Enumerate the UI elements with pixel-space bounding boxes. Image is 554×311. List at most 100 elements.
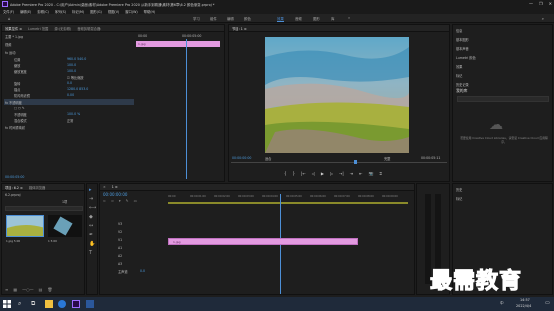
timeline-close-icon[interactable]: × [103, 185, 106, 189]
pen-tool-icon[interactable]: ✒ [89, 232, 93, 238]
library-title[interactable]: 我的库 [456, 88, 467, 94]
snap-icon[interactable]: ⊂ [103, 199, 106, 203]
ime-indicator[interactable]: 中 [500, 301, 504, 306]
timeline-timecode[interactable]: 00:00:00:00 [103, 192, 127, 197]
slip-tool-icon[interactable]: ↔ [89, 223, 93, 229]
edge-browser-icon[interactable] [58, 300, 66, 308]
search-icon[interactable]: ⌕ [542, 16, 544, 21]
program-video-frame[interactable] [265, 37, 409, 153]
workspace-color[interactable]: 颜色 [244, 16, 251, 21]
menu-edit[interactable]: 编辑(E) [20, 9, 31, 14]
step-forward-button[interactable]: ▷ [330, 171, 333, 176]
ec-opacity-value[interactable]: 100.0 % [67, 112, 80, 116]
project-search-input[interactable] [5, 206, 83, 211]
program-quality-select[interactable]: 完整 [384, 156, 390, 161]
track-v2[interactable]: V2 [118, 230, 122, 234]
add-marker-icon[interactable]: ▾ [119, 199, 121, 203]
new-item-icon[interactable]: ▤ [39, 287, 43, 292]
workspace-audio[interactable]: 音频 [295, 16, 302, 21]
track-v1[interactable]: V1 [118, 238, 122, 242]
panel-essential-sound[interactable]: 基本声音 [456, 46, 469, 51]
panel-history[interactable]: 历史记录 [456, 82, 469, 87]
project-item-thumbnail-2[interactable] [48, 215, 82, 237]
notification-icon[interactable]: ▭ [545, 300, 550, 306]
ec-row-time-remap[interactable]: fx 时间重映射 [5, 125, 25, 130]
panel-effects[interactable]: 效果 [456, 64, 462, 69]
ec-scale-value[interactable]: 100.0 [67, 63, 76, 67]
ec-current-time[interactable]: 00:00:05:00 [5, 175, 24, 179]
comparison-view-button[interactable]: ⌗ [379, 171, 381, 176]
ec-uniform-scale-checkbox[interactable]: ☑ 等比缩放 [67, 75, 84, 80]
selection-tool-icon[interactable]: ▸ [89, 187, 92, 193]
task-view-icon[interactable]: ⧉ [31, 300, 35, 308]
panel-essential-graphics[interactable]: 基本图形 [456, 37, 469, 42]
file-explorer-icon[interactable] [45, 300, 53, 308]
razor-tool-icon[interactable]: ◆ [89, 214, 93, 220]
menu-clip[interactable]: 剪辑(C) [37, 9, 48, 14]
play-button[interactable]: ▶ [321, 171, 324, 176]
tab-audio-clip-mixer[interactable]: 音频剪辑混合器: [77, 26, 101, 31]
ec-row-motion[interactable]: fx 运动 [5, 50, 15, 55]
linked-selection-icon[interactable]: ⊃ [111, 199, 114, 203]
tab-program[interactable]: 节目: 1 ≡ [232, 26, 247, 31]
export-frame-button[interactable]: 📷 [368, 171, 373, 176]
master-volume-value[interactable]: 0.0 [140, 269, 145, 273]
captions-icon[interactable]: ▭ [134, 199, 137, 203]
premiere-taskbar-icon[interactable] [72, 300, 80, 308]
menu-graphics[interactable]: 图形(G) [90, 9, 102, 14]
program-timecode[interactable]: 00:00:00:00 [232, 156, 251, 160]
ec-row-opacity[interactable]: fx 不透明度 [5, 100, 22, 105]
tab-sequence-1[interactable]: 1 ≡ [112, 185, 118, 189]
workspace-editing[interactable]: 编辑 [227, 16, 234, 21]
type-tool-icon[interactable]: T [89, 250, 92, 256]
zoom-slider[interactable]: —○— [22, 287, 34, 292]
close-button[interactable]: ✕ [549, 1, 552, 6]
program-fit-select[interactable]: 适合 [265, 156, 271, 161]
mark-in-button[interactable]: { [284, 171, 287, 176]
track-a3[interactable]: A3 [118, 262, 122, 266]
mark-out-button[interactable]: } [293, 171, 296, 176]
step-back-button[interactable]: ◁ [312, 171, 315, 176]
clock-time[interactable]: 14:57 [520, 298, 530, 302]
ripple-edit-tool-icon[interactable]: ⟷ [89, 205, 96, 211]
go-to-in-button[interactable]: |← [301, 171, 306, 176]
panel-markers[interactable]: 标记 [456, 73, 462, 78]
menu-window[interactable]: 窗口(W) [125, 9, 137, 14]
program-scrub-bar[interactable] [231, 162, 447, 163]
hand-tool-icon[interactable]: ✋ [89, 241, 95, 247]
tab-effect-controls[interactable]: 效果控件 ≡ [5, 26, 22, 31]
workspace-more[interactable]: » [348, 16, 350, 20]
clock-date[interactable]: 2022/4/4 [516, 304, 531, 308]
tab-source[interactable]: 源:(无剪辑) [54, 26, 71, 31]
ec-scale-width-value[interactable]: 100.0 [67, 69, 76, 73]
home-icon[interactable]: ⌂ [8, 16, 11, 21]
workspace-effects[interactable]: 效果 [277, 16, 284, 22]
ec-playhead[interactable] [186, 39, 187, 179]
track-a1[interactable]: A1 [118, 246, 122, 250]
ec-position-value[interactable]: 960.0 540.0 [67, 57, 86, 61]
extract-button[interactable]: ⇤ [359, 171, 362, 176]
word-taskbar-icon[interactable] [86, 300, 94, 308]
ec-anchor-value[interactable]: 1280.0 853.0 [67, 87, 88, 91]
ec-antiflicker-value[interactable]: 0.00 [67, 93, 74, 97]
trash-icon[interactable]: 🗑 [47, 287, 52, 292]
program-playhead[interactable] [354, 160, 357, 164]
library-search-input[interactable] [457, 96, 549, 102]
lift-button[interactable]: ⇥ [350, 171, 353, 176]
go-to-out-button[interactable]: →| [339, 171, 344, 176]
ec-clip-bar[interactable]: 1.jpg [136, 41, 220, 47]
work-area-bar[interactable] [168, 202, 408, 204]
menu-markers[interactable]: 标记(M) [72, 9, 84, 14]
track-v3[interactable]: V3 [118, 222, 122, 226]
minimize-button[interactable]: — [529, 1, 533, 6]
timeline-clip[interactable]: 1.jpg [168, 238, 358, 245]
panel-history-bottom[interactable]: 历史 [456, 187, 462, 192]
workspace-learn[interactable]: 学习 [193, 16, 200, 21]
tab-media-browser[interactable]: 媒体浏览器 [29, 185, 45, 190]
panel-markers-bottom[interactable]: 标记 [456, 196, 462, 201]
panel-lumetri-color[interactable]: Lumetri 颜色 [456, 55, 476, 60]
wrench-icon[interactable]: ✎ [126, 199, 129, 203]
menu-file[interactable]: 文件(F) [3, 9, 14, 14]
maximize-button[interactable]: ❐ [539, 1, 543, 6]
timeline-ruler[interactable]: 00:00 00:00:01:00 00:00:02:00 00:00:03:0… [168, 195, 408, 201]
